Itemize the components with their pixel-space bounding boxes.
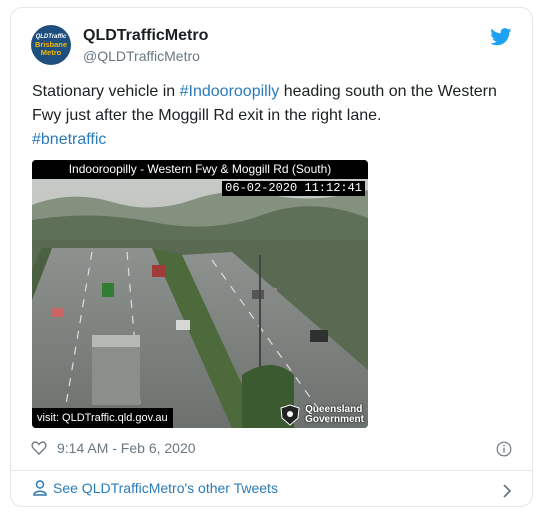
account-name[interactable]: QLDTrafficMetro [83, 27, 208, 45]
tweet-timestamp[interactable]: 9:14 AM - Feb 6, 2020 [57, 440, 196, 456]
camera-title: Indooroopilly - Western Fwy & Moggill Rd… [32, 160, 368, 179]
other-tweets-link[interactable]: See QLDTrafficMetro's other Tweets [33, 480, 278, 496]
tweet-card: QLDTraffic Brisbane Metro QLDTrafficMetr… [10, 7, 533, 507]
camera-scene [32, 160, 368, 428]
tweet-text-part-1: Stationary vehicle in [32, 83, 180, 100]
camera-timestamp: 06-02-2020 11:12:41 [222, 181, 365, 196]
chevron-right-icon[interactable] [502, 484, 512, 498]
logo-line-2: Government [305, 414, 364, 425]
tweet-text: Stationary vehicle in #Indooroopilly hea… [32, 80, 512, 152]
traffic-camera-image[interactable]: Indooroopilly - Western Fwy & Moggill Rd… [32, 160, 368, 428]
heart-icon[interactable] [31, 440, 47, 456]
tweet-meta: 9:14 AM - Feb 6, 2020 [31, 440, 196, 456]
twitter-bird-icon[interactable] [490, 28, 512, 46]
queensland-government-logo: Queensland Government [277, 404, 364, 426]
info-icon[interactable] [496, 441, 512, 457]
other-tweets-label: See QLDTrafficMetro's other Tweets [53, 480, 278, 496]
hashtag-bnetraffic[interactable]: #bnetraffic [32, 131, 106, 148]
person-icon [33, 480, 47, 496]
avatar-line-3: Metro [40, 47, 62, 57]
divider [11, 470, 532, 471]
account-handle[interactable]: @QLDTrafficMetro [83, 48, 200, 64]
hashtag-indooroopilly[interactable]: #Indooroopilly [180, 83, 280, 100]
camera-visit-link: visit: QLDTraffic.qld.gov.au [32, 408, 173, 428]
avatar[interactable]: QLDTraffic Brisbane Metro [31, 25, 71, 65]
crest-icon [280, 404, 300, 426]
